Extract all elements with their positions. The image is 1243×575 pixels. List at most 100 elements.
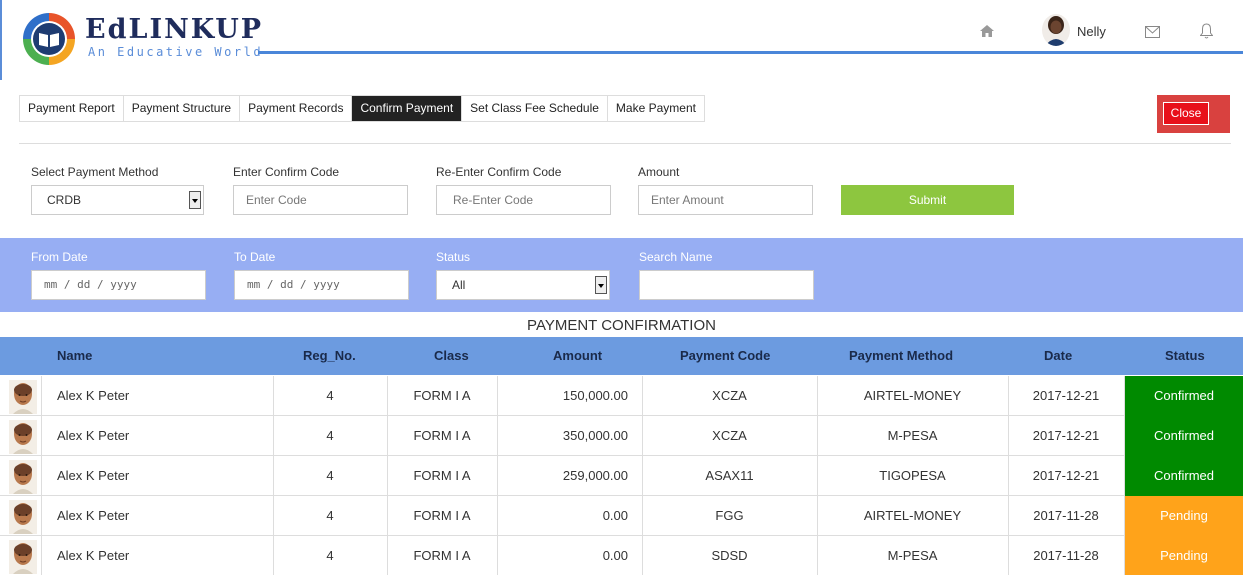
cell-date: 2017-11-28 [1033, 508, 1099, 523]
cell-amount: 350,000.00 [562, 428, 628, 443]
cell-class: FORM I A [413, 428, 471, 443]
cell-date: 2017-12-21 [1032, 388, 1100, 403]
home-icon[interactable] [979, 23, 995, 39]
cell-date: 2017-11-28 [1033, 548, 1099, 563]
payment-tabs: Payment Report Payment Structure Payment… [19, 95, 705, 122]
reenter-code-label: Re-Enter Confirm Code [436, 165, 562, 179]
chevron-down-icon[interactable] [595, 276, 607, 294]
column-divider [41, 496, 42, 536]
table-row[interactable]: Alex K Peter 4 FORM I A 350,000.00 XCZA M-PES… [0, 416, 1243, 456]
cell-name: Alex K Peter [57, 428, 130, 443]
close-button[interactable]: Close [1163, 102, 1209, 125]
search-name-input[interactable] [639, 270, 814, 300]
chevron-down-icon[interactable] [189, 191, 201, 209]
bell-icon[interactable] [1200, 23, 1213, 39]
confirm-code-input[interactable]: Enter Code [233, 185, 408, 215]
amount-label: Amount [638, 165, 680, 179]
column-divider [41, 456, 42, 496]
payment-method-select[interactable]: CRDB [31, 185, 204, 215]
tab-make-payment[interactable]: Make Payment [607, 96, 704, 121]
column-header-name: Name [57, 348, 93, 363]
brand-name: EdLINKUP [85, 14, 264, 45]
cell-payment-code: ASAX11 [705, 468, 754, 483]
cell-reg-no: 4 [326, 388, 334, 403]
cell-payment-code: XCZA [712, 428, 747, 443]
table-row[interactable]: Alex K Peter 4 FORM I A 259,000.00 ASAX11 TIG… [0, 456, 1243, 496]
cell-payment-code: XCZA [712, 388, 747, 403]
cell-amount: 259,000.00 [562, 468, 628, 483]
cell-payment-method: AIRTEL-MONEY [863, 388, 962, 403]
amount-input[interactable]: Enter Amount [638, 185, 813, 215]
column-header-amount: Amount [553, 348, 603, 363]
to-date-input[interactable]: mm / dd / yyyy [234, 270, 409, 300]
cell-amount: 150,000.00 [562, 388, 628, 403]
tab-confirm-payment[interactable]: Confirm Payment [352, 96, 463, 121]
confirm-code-label: Enter Confirm Code [233, 165, 340, 179]
student-avatar [9, 380, 37, 414]
search-name-label: Search Name [639, 250, 713, 264]
from-date-input[interactable]: mm / dd / yyyy [31, 270, 206, 300]
cell-amount: 0.00 [602, 508, 628, 523]
mail-icon[interactable] [1145, 26, 1160, 38]
table-row[interactable]: Alex K Peter 4 FORM I A 0.00 SDSD M-PESA 2017-… [0, 536, 1243, 575]
column-header-reg-no: Reg_No. [303, 348, 356, 363]
cell-name: Alex K Peter [57, 468, 130, 483]
header-divider [258, 51, 1243, 54]
status-filter-label: Status [436, 250, 471, 264]
tab-payment-structure[interactable]: Payment Structure [123, 96, 241, 121]
column-header-payment-method: Payment Method [849, 348, 954, 363]
student-avatar [9, 500, 37, 534]
cell-payment-code: FGG [715, 508, 744, 523]
to-date-label: To Date [234, 250, 276, 264]
student-avatar [9, 460, 37, 494]
status-filter-select[interactable]: All [436, 270, 610, 300]
column-header-status: Status [1165, 348, 1205, 363]
section-divider [19, 143, 1231, 144]
cell-reg-no: 4 [326, 428, 334, 443]
cell-date: 2017-12-21 [1032, 428, 1100, 443]
payment-method-value: CRDB [47, 193, 82, 207]
column-header-payment-code: Payment Code [680, 348, 771, 363]
payment-method-label: Select Payment Method [31, 165, 159, 179]
cell-payment-method: M-PESA [887, 548, 938, 563]
cell-name: Alex K Peter [57, 508, 130, 523]
column-divider [41, 536, 42, 575]
table-row[interactable]: Alex K Peter 4 FORM I A 0.00 FGG AIRTEL-MONEY… [0, 496, 1243, 536]
cell-reg-no: 4 [326, 468, 334, 483]
table-title: PAYMENT CONFIRMATION [527, 317, 716, 334]
column-header-date: Date [1044, 348, 1073, 363]
student-avatar [9, 540, 37, 574]
student-avatar [9, 420, 37, 454]
tab-payment-records[interactable]: Payment Records [240, 96, 353, 121]
submit-button[interactable]: Submit [841, 185, 1014, 215]
cell-reg-no: 4 [326, 508, 334, 523]
tab-set-class-fee-schedule[interactable]: Set Class Fee Schedule [462, 96, 608, 121]
cell-amount: 0.00 [602, 548, 628, 563]
cell-payment-code: SDSD [711, 548, 748, 563]
brand-tagline: An Educative World [88, 45, 264, 59]
status-badge[interactable]: Confirmed [1125, 416, 1243, 456]
status-badge[interactable]: Pending [1125, 496, 1243, 536]
cell-name: Alex K Peter [57, 548, 130, 563]
cell-class: FORM I A [413, 548, 471, 563]
column-divider [41, 376, 42, 416]
cell-date: 2017-12-21 [1032, 468, 1100, 483]
tab-payment-report[interactable]: Payment Report [20, 96, 124, 121]
cell-class: FORM I A [413, 388, 471, 403]
status-badge[interactable]: Pending [1125, 536, 1243, 575]
user-name[interactable]: Nelly [1077, 24, 1106, 39]
status-badge[interactable]: Confirmed [1125, 456, 1243, 496]
status-badge[interactable]: Confirmed [1125, 376, 1243, 416]
cell-payment-method: TIGOPESA [879, 468, 946, 483]
from-date-label: From Date [31, 250, 88, 264]
avatar[interactable] [1042, 14, 1070, 46]
column-divider [41, 416, 42, 456]
column-header-class: Class [434, 348, 469, 363]
cell-name: Alex K Peter [57, 388, 130, 403]
table-row[interactable]: Alex K Peter 4 FORM I A 150,000.00 XCZA AIRTE… [0, 376, 1243, 416]
app-header: EdLINKUP An Educative World Nelly [0, 0, 1243, 80]
cell-class: FORM I A [413, 508, 471, 523]
cell-payment-method: M-PESA [887, 428, 938, 443]
reenter-code-input[interactable]: Re-Enter Code [436, 185, 611, 215]
status-filter-value: All [452, 278, 466, 292]
